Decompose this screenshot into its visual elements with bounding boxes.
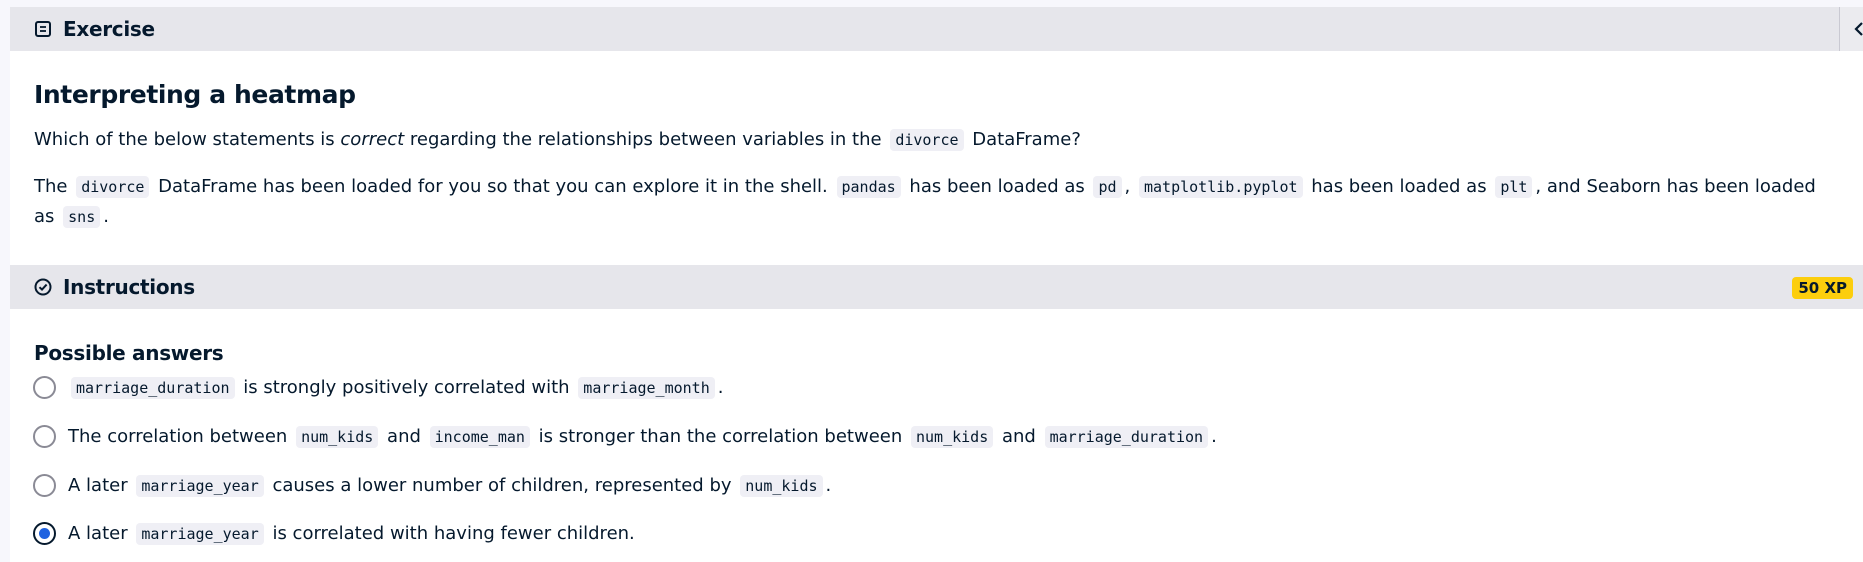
check-circle-icon: [34, 278, 52, 296]
answer-text-part: A later: [68, 475, 134, 496]
inline-code: income_man: [429, 426, 530, 448]
answer-text-part: .: [1211, 426, 1217, 447]
exercise-question: Which of the below statements is correct…: [34, 125, 1834, 155]
chevron-left-icon: [1854, 22, 1863, 36]
context-text: The: [34, 176, 74, 197]
context-text: has been loaded as: [1305, 176, 1493, 197]
question-text: Which of the below statements is: [34, 129, 341, 150]
instructions-header-label: Instructions: [63, 275, 195, 299]
inline-code: num_kids: [296, 426, 379, 448]
possible-answers-heading: Possible answers: [34, 341, 224, 365]
inline-code: marriage_year: [136, 475, 264, 497]
exercise-context: The divorce DataFrame has been loaded fo…: [34, 172, 1834, 232]
answer-option-3[interactable]: A later marriage_year causes a lower num…: [33, 474, 831, 497]
inline-code: num_kids: [911, 426, 994, 448]
question-text: regarding the relationships between vari…: [404, 129, 888, 150]
answer-text-part: causes a lower number of children, repre…: [266, 475, 738, 496]
inline-code: divorce: [890, 129, 964, 151]
document-icon: [35, 21, 51, 37]
answer-text: The correlation between num_kids and inc…: [68, 426, 1217, 448]
context-text: .: [103, 206, 109, 227]
answer-text-part: is strongly positively correlated with: [237, 377, 576, 398]
xp-badge: 50 XP: [1792, 277, 1853, 299]
radio-button[interactable]: [33, 474, 56, 497]
inline-code: sns: [63, 206, 101, 228]
exercise-header-label: Exercise: [63, 17, 155, 41]
answer-text-part: The correlation between: [68, 426, 294, 447]
answer-text: marriage_duration is strongly positively…: [68, 377, 724, 399]
answer-text: A later marriage_year is correlated with…: [68, 523, 635, 545]
inline-code: marriage_year: [136, 523, 264, 545]
answer-text-part: .: [825, 475, 832, 496]
answer-text-part: .: [717, 377, 724, 398]
inline-code: num_kids: [740, 475, 823, 497]
context-text: ,: [1124, 176, 1136, 197]
answer-text-part: A later: [68, 523, 134, 544]
exercise-panel: Exercise Interpreting a heatmap Which of…: [10, 7, 1863, 562]
exercise-title: Interpreting a heatmap: [34, 80, 356, 109]
radio-button[interactable]: [33, 376, 56, 399]
answer-text-part: and: [996, 426, 1042, 447]
question-emphasis: correct: [340, 129, 405, 150]
instructions-header-bar: Instructions 50 XP: [10, 265, 1863, 309]
exercise-header-bar: Exercise: [10, 7, 1863, 51]
inline-code: pd: [1093, 176, 1122, 198]
collapse-panel-button[interactable]: [1839, 7, 1863, 51]
answer-text: A later marriage_year causes a lower num…: [68, 475, 832, 497]
answer-option-2[interactable]: The correlation between num_kids and inc…: [33, 425, 1217, 448]
question-text: DataFrame?: [966, 129, 1081, 150]
radio-button[interactable]: [33, 425, 56, 448]
answer-option-1[interactable]: marriage_duration is strongly positively…: [33, 376, 723, 399]
answer-text-part: is stronger than the correlation between: [532, 426, 908, 447]
radio-button-selected[interactable]: [33, 522, 56, 545]
inline-code: marriage_duration: [1044, 426, 1209, 448]
inline-code: plt: [1495, 176, 1533, 198]
answer-text-part: is correlated with having fewer children…: [266, 523, 635, 544]
context-text: DataFrame has been loaded for you so tha…: [152, 176, 834, 197]
answer-option-4[interactable]: A later marriage_year is correlated with…: [33, 522, 635, 545]
inline-code: marriage_duration: [71, 377, 235, 399]
inline-code: pandas: [836, 176, 901, 198]
inline-code: marriage_month: [578, 377, 715, 399]
inline-code: divorce: [76, 176, 150, 198]
context-text: has been loaded as: [903, 176, 1091, 197]
answer-text-part: and: [381, 426, 427, 447]
inline-code: matplotlib.pyplot: [1139, 176, 1303, 198]
